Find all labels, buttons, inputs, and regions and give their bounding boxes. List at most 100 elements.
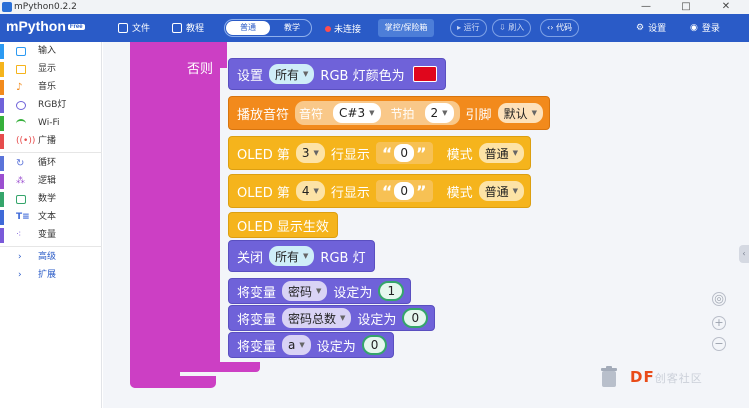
string-value[interactable]: 0 — [394, 144, 415, 162]
flash-label: 刷入 — [508, 23, 525, 32]
sidebar-item-math[interactable]: 数学 — [0, 191, 102, 208]
mode-dropdown[interactable]: 普通 — [478, 181, 524, 201]
rgb-target-dropdown[interactable]: 所有 — [269, 246, 315, 266]
block-text: RGB 灯 — [320, 250, 366, 266]
login-button[interactable]: ◉ 登录 — [690, 21, 720, 35]
rgb-set-color-block[interactable]: 设置 所有 RGB 灯颜色为 — [228, 58, 446, 90]
quote-open-icon: “ — [381, 143, 393, 163]
block-text: OLED 第 — [237, 147, 290, 163]
oled-line3-block[interactable]: OLED 第 3 行显示 “ 0 ” 模式 普通 — [228, 136, 531, 170]
note-label: 音符 — [299, 106, 324, 121]
block-text: 设定为 — [333, 285, 373, 301]
sidebar-item-rgb[interactable]: RGB灯 — [0, 97, 102, 114]
block-text: 设定为 — [316, 339, 356, 355]
sidebar-item-broadcast[interactable]: ((•)) 广播 — [0, 133, 102, 150]
variable-icon: ⁖ — [16, 230, 22, 240]
note-dropdown[interactable]: C#3 — [333, 103, 381, 123]
sidebar-item-label: 广播 — [38, 136, 57, 146]
color-picker[interactable] — [412, 66, 437, 82]
variable-dropdown[interactable]: 密码 — [282, 281, 328, 301]
brand-badge: Free — [67, 24, 85, 31]
title-bar: mPython0.2.2 — □ ✕ — [0, 0, 749, 14]
zoom-in-icon[interactable]: + — [712, 316, 726, 330]
sidebar-item-label: 循环 — [38, 158, 57, 168]
file-label: 文件 — [132, 24, 151, 34]
tutorial-button[interactable]: 教程 — [172, 21, 204, 34]
run-label: 运行 — [463, 23, 480, 32]
sidebar-item-input[interactable]: 输入 — [0, 43, 102, 60]
string-input[interactable]: “ 0 ” — [375, 180, 433, 202]
trash-icon[interactable] — [600, 366, 618, 388]
sidebar-item-display[interactable]: 显示 — [0, 61, 102, 78]
sidebar-item-logic[interactable]: ⁂ 逻辑 — [0, 173, 102, 190]
zoom-out-icon[interactable]: − — [712, 337, 726, 351]
line-dropdown[interactable]: 3 — [295, 143, 325, 163]
settings-label: 设置 — [648, 24, 667, 34]
code-button[interactable]: ‹› 代码 — [540, 19, 579, 37]
device-select[interactable]: 掌控/保险箱 — [378, 19, 434, 37]
string-value[interactable]: 0 — [394, 182, 415, 200]
sidebar-item-label: 变量 — [38, 230, 57, 240]
settings-button[interactable]: ⚙ 设置 — [636, 21, 667, 35]
sidebar-item-wifi[interactable]: Wi-Fi — [0, 115, 102, 132]
oled-show-block[interactable]: OLED 显示生效 — [228, 212, 338, 238]
sidebar-item-text[interactable]: T≡ 文本 — [0, 209, 102, 226]
variable-dropdown[interactable]: a — [282, 335, 311, 355]
outer-bottom-cap — [130, 376, 216, 388]
number-input[interactable]: 0 — [402, 308, 429, 328]
sidebar-item-label: 数学 — [38, 194, 57, 204]
file-menu-button[interactable]: 文件 — [118, 21, 150, 34]
variable-dropdown[interactable]: 密码总数 — [282, 308, 352, 328]
flash-button[interactable]: ⇩ 刷入 — [492, 19, 532, 37]
block-workspace[interactable]: 否则 设置 所有 RGB 灯颜色为 播放音符 音符 C#3 节拍 2 引脚 默认… — [103, 42, 749, 408]
sidebar-divider — [0, 152, 102, 153]
rgb-target-dropdown[interactable]: 所有 — [269, 64, 315, 84]
set-variable-block[interactable]: 将变量 密码总数 设定为 0 — [228, 305, 436, 331]
sidebar-item-advanced[interactable]: › 高级 — [0, 249, 102, 266]
brand: mPython Free — [6, 18, 85, 34]
quote-close-icon: ” — [416, 143, 427, 163]
sidebar-item-variable[interactable]: ⁖ 变量 — [0, 227, 102, 244]
recenter-icon[interactable]: ◎ — [712, 292, 726, 306]
logic-icon: ⁂ — [16, 176, 25, 186]
set-variable-block[interactable]: 将变量 密码 设定为 1 — [228, 278, 412, 304]
if-else-block-else-arm[interactable] — [180, 52, 220, 370]
collapse-panel-tab[interactable]: ‹ — [739, 245, 749, 263]
watermark: DF创客社区 — [630, 368, 703, 386]
pin-dropdown[interactable]: 默认 — [497, 103, 543, 123]
mode-dropdown[interactable]: 普通 — [478, 143, 524, 163]
sidebar-item-label: 扩展 — [38, 270, 57, 280]
text-icon: T≡ — [16, 212, 30, 222]
mode-teach-tab[interactable]: 教学 — [272, 21, 312, 35]
number-input[interactable]: 0 — [361, 335, 388, 355]
sidebar-item-label: 高级 — [38, 252, 57, 262]
run-button[interactable]: ▸ 运行 — [450, 19, 487, 37]
rgb-off-block[interactable]: 关闭 所有 RGB 灯 — [228, 240, 375, 272]
if-else-block-outer-arm[interactable] — [130, 42, 180, 388]
mode-normal-tab[interactable]: 普通 — [226, 21, 270, 35]
watermark-text: 创客社区 — [654, 372, 703, 385]
sidebar-item-label: 显示 — [38, 64, 57, 74]
file-icon — [118, 22, 128, 33]
minimize-button[interactable]: — — [626, 0, 666, 14]
display-icon — [16, 65, 26, 74]
play-note-block[interactable]: 播放音符 音符 C#3 节拍 2 引脚 默认 — [228, 96, 550, 130]
beat-dropdown[interactable]: 2 — [424, 103, 454, 123]
sidebar-item-loop[interactable]: ↻ 循环 — [0, 155, 102, 172]
status-dot-icon — [325, 25, 331, 32]
number-input[interactable]: 1 — [378, 281, 405, 301]
close-button[interactable]: ✕ — [706, 0, 746, 14]
line-dropdown[interactable]: 4 — [295, 181, 325, 201]
connection-status[interactable]: 未连接 — [325, 22, 361, 35]
block-text: 设置 — [237, 68, 264, 84]
maximize-button[interactable]: □ — [666, 0, 706, 14]
status-label: 未连接 — [334, 25, 362, 35]
set-variable-block[interactable]: 将变量 a 设定为 0 — [228, 332, 395, 358]
string-input[interactable]: “ 0 ” — [375, 142, 433, 164]
block-text: OLED 第 — [237, 185, 290, 201]
sidebar-item-music[interactable]: ♪ 音乐 — [0, 79, 102, 96]
mode-switch: 普通 教学 — [224, 19, 312, 37]
sidebar-item-extend[interactable]: › 扩展 — [0, 267, 102, 284]
oled-line4-block[interactable]: OLED 第 4 行显示 “ 0 ” 模式 普通 — [228, 174, 531, 208]
block-text: RGB 灯颜色为 — [320, 68, 405, 84]
